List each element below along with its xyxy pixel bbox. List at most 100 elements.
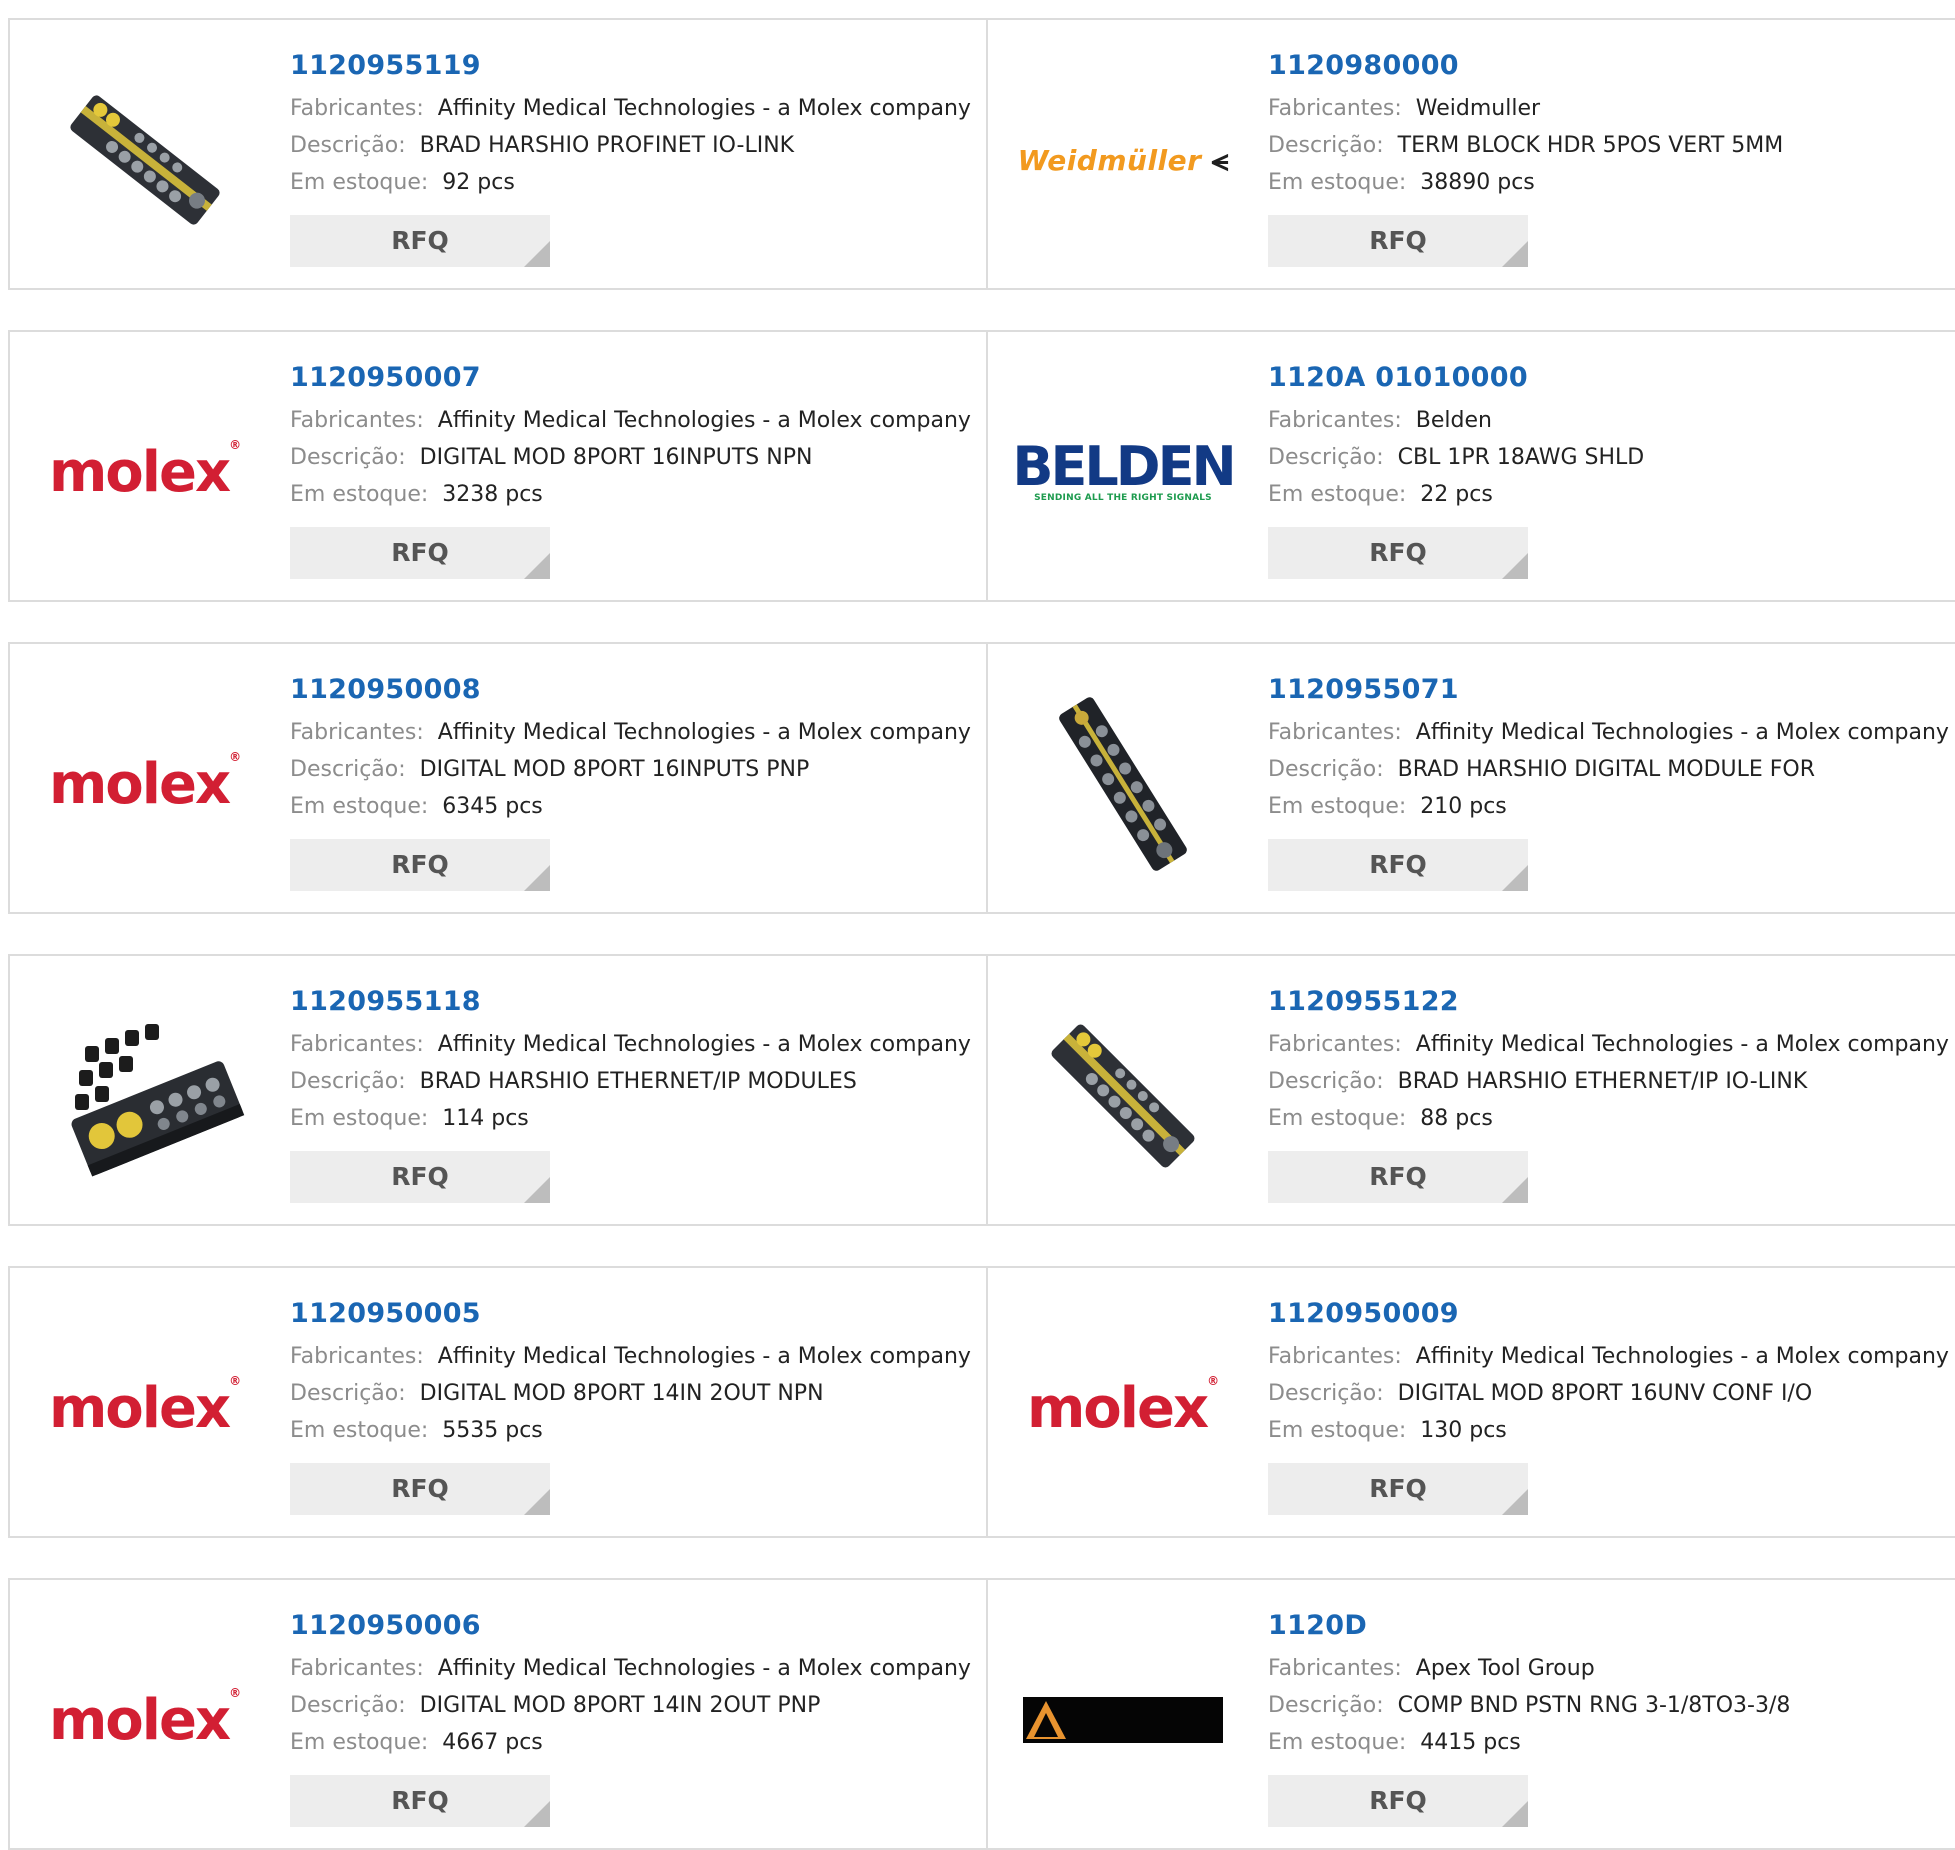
part-number-link[interactable]: 1120955119: [290, 48, 976, 84]
manufacturer-value: Affinity Medical Technologies - a Molex …: [1415, 720, 1949, 745]
product-image[interactable]: [1018, 1620, 1228, 1820]
product-card: 1120D Fabricantes: Apex Tool Group Descri…: [986, 1578, 1955, 1850]
description-value: CBL 1PR 18AWG SHLD: [1397, 445, 1645, 470]
rfq-button[interactable]: RFQ: [290, 1463, 550, 1515]
rfq-label: RFQ: [391, 1474, 449, 1503]
description-value: BRAD HARSHIO PROFINET IO-LINK: [419, 133, 795, 158]
io-module-image: [1059, 697, 1187, 871]
manufacturer-label: Fabricantes:: [290, 1656, 424, 1681]
rfq-button[interactable]: RFQ: [1268, 527, 1528, 579]
corner-triangle-icon: [524, 1489, 550, 1515]
description-label: Descrição:: [1268, 133, 1384, 158]
rfq-button[interactable]: RFQ: [290, 1775, 550, 1827]
product-image[interactable]: molex®: [40, 1620, 250, 1820]
manufacturer-label: Fabricantes:: [1268, 1656, 1402, 1681]
manufacturer-label: Fabricantes:: [1268, 720, 1402, 745]
rfq-button[interactable]: RFQ: [290, 839, 550, 891]
description-label: Descrição:: [1268, 757, 1384, 782]
stock-label: Em estoque:: [290, 1106, 429, 1131]
corner-triangle-icon: [524, 865, 550, 891]
part-number-link[interactable]: 1120955118: [290, 984, 976, 1020]
part-number-link[interactable]: 1120980000: [1268, 48, 1954, 84]
stock-row: Em estoque: 6345 pcs: [290, 788, 976, 825]
product-image[interactable]: molex®: [40, 1308, 250, 1508]
manufacturer-row: Fabricantes: Affinity Medical Technologie…: [1268, 1026, 1954, 1063]
manufacturer-label: Fabricantes:: [1268, 1032, 1402, 1057]
corner-triangle-icon: [524, 553, 550, 579]
rfq-button[interactable]: RFQ: [1268, 1463, 1528, 1515]
rfq-label: RFQ: [391, 850, 449, 879]
product-image[interactable]: Weidmüller ⪪: [1017, 60, 1229, 260]
stock-label: Em estoque:: [1268, 1730, 1407, 1755]
product-card: 1120955071 Fabricantes: Affinity Medical …: [986, 642, 1955, 914]
description-label: Descrição:: [1268, 1381, 1384, 1406]
manufacturer-label: Fabricantes:: [290, 1344, 424, 1369]
product-row: molex® 1120950008 Fabricantes: Affinity M…: [8, 642, 1955, 914]
corner-triangle-icon: [1502, 553, 1528, 579]
rfq-label: RFQ: [391, 226, 449, 255]
product-image[interactable]: [1018, 684, 1228, 884]
product-row: 1120955118 Fabricantes: Affinity Medical …: [8, 954, 1955, 1226]
description-label: Descrição:: [290, 1693, 406, 1718]
apex-logo: [1023, 1697, 1223, 1743]
description-label: Descrição:: [1268, 445, 1384, 470]
part-number-link[interactable]: 1120A 01010000: [1268, 360, 1954, 396]
description-value: BRAD HARSHIO ETHERNET/IP IO-LINK: [1397, 1069, 1808, 1094]
product-image[interactable]: molex®: [40, 372, 250, 572]
rfq-label: RFQ: [1369, 226, 1427, 255]
product-card: 1120955119 Fabricantes: Affinity Medical …: [8, 18, 988, 290]
description-value: DIGITAL MOD 8PORT 14IN 2OUT NPN: [419, 1381, 824, 1406]
io-module-image: [71, 1024, 245, 1177]
description-label: Descrição:: [290, 1069, 406, 1094]
description-row: Descrição: COMP BND PSTN RNG 3-1/8TO3-3/8: [1268, 1687, 1954, 1724]
corner-triangle-icon: [524, 1177, 550, 1203]
rfq-button[interactable]: RFQ: [290, 527, 550, 579]
belden-tagline: SENDING ALL THE RIGHT SIGNALS: [1034, 493, 1212, 503]
part-number-link[interactable]: 1120950009: [1268, 1296, 1954, 1332]
stock-label: Em estoque:: [290, 1730, 429, 1755]
manufacturer-label: Fabricantes:: [1268, 1344, 1402, 1369]
molex-logo-text: molex: [48, 751, 231, 817]
molex-logo: molex®: [49, 438, 241, 505]
part-number-link[interactable]: 1120950005: [290, 1296, 976, 1332]
part-number-link[interactable]: 1120D: [1268, 1608, 1954, 1644]
molex-logo-text: molex: [48, 1687, 231, 1753]
description-row: Descrição: DIGITAL MOD 8PORT 16UNV CONF I…: [1268, 1375, 1954, 1412]
manufacturer-row: Fabricantes: Apex Tool Group: [1268, 1650, 1954, 1687]
rfq-button[interactable]: RFQ: [1268, 839, 1528, 891]
part-number-link[interactable]: 1120955071: [1268, 672, 1954, 708]
product-image[interactable]: [40, 996, 250, 1196]
rfq-button[interactable]: RFQ: [1268, 1151, 1528, 1203]
product-card: 1120955118 Fabricantes: Affinity Medical …: [8, 954, 988, 1226]
rfq-button[interactable]: RFQ: [290, 1151, 550, 1203]
rfq-label: RFQ: [1369, 1474, 1427, 1503]
description-label: Descrição:: [1268, 1693, 1384, 1718]
stock-row: Em estoque: 3238 pcs: [290, 476, 976, 513]
stock-label: Em estoque:: [290, 1418, 429, 1443]
product-image[interactable]: molex®: [1018, 1308, 1228, 1508]
product-info: 1120955118 Fabricantes: Affinity Medical …: [290, 984, 976, 1203]
part-number-link[interactable]: 1120955122: [1268, 984, 1954, 1020]
stock-value: 5535 pcs: [442, 1418, 543, 1443]
description-row: Descrição: DIGITAL MOD 8PORT 16INPUTS PNP: [290, 751, 976, 788]
corner-triangle-icon: [524, 241, 550, 267]
manufacturer-label: Fabricantes:: [290, 408, 424, 433]
weidmuller-logo-text: Weidmüller: [1017, 143, 1202, 177]
stock-row: Em estoque: 5535 pcs: [290, 1412, 976, 1449]
manufacturer-row: Fabricantes: Weidmuller: [1268, 90, 1954, 127]
part-number-link[interactable]: 1120950008: [290, 672, 976, 708]
part-number-link[interactable]: 1120950007: [290, 360, 976, 396]
rfq-button[interactable]: RFQ: [1268, 1775, 1528, 1827]
product-image[interactable]: molex®: [40, 684, 250, 884]
rfq-button[interactable]: RFQ: [1268, 215, 1528, 267]
product-image[interactable]: [40, 60, 250, 260]
rfq-button[interactable]: RFQ: [290, 215, 550, 267]
product-info: 1120950005 Fabricantes: Affinity Medical …: [290, 1296, 976, 1515]
product-image[interactable]: BELDEN SENDING ALL THE RIGHT SIGNALS: [1012, 372, 1236, 572]
product-image[interactable]: [1018, 996, 1228, 1196]
product-info: 1120950008 Fabricantes: Affinity Medical …: [290, 672, 976, 891]
manufacturer-row: Fabricantes: Affinity Medical Technologie…: [290, 1650, 976, 1687]
stock-row: Em estoque: 22 pcs: [1268, 476, 1954, 513]
part-number-link[interactable]: 1120950006: [290, 1608, 976, 1644]
product-info: 1120955071 Fabricantes: Affinity Medical …: [1268, 672, 1954, 891]
